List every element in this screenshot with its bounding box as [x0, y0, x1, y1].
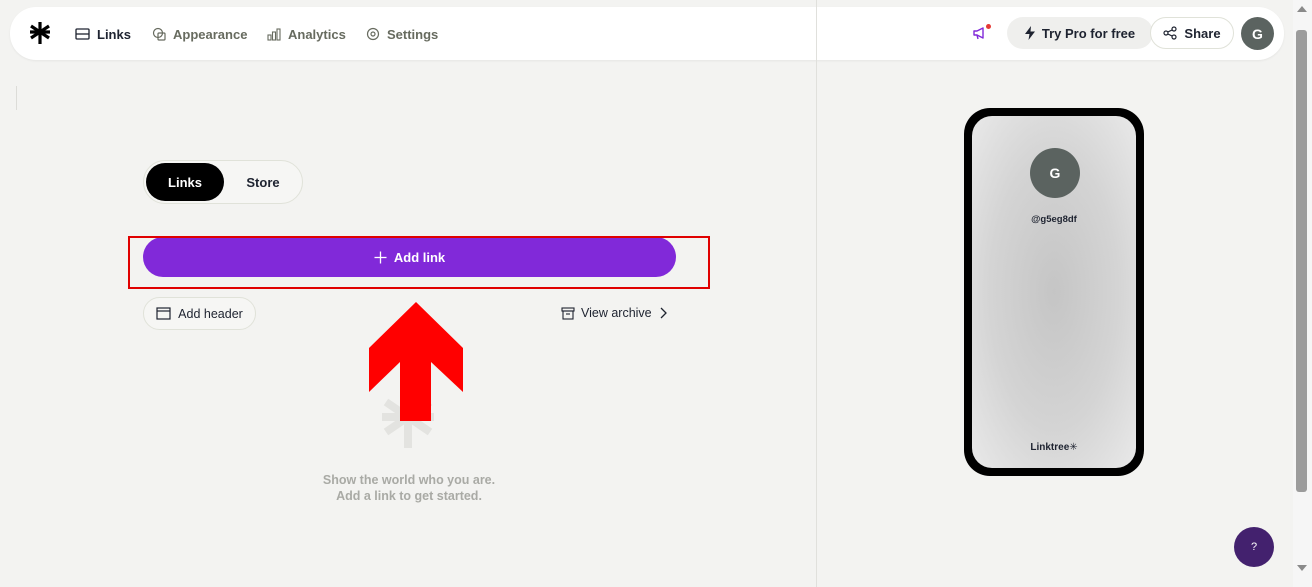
view-archive-label: View archive: [581, 306, 652, 320]
header-icon: [156, 307, 171, 320]
tab-links[interactable]: Links: [146, 163, 224, 201]
panel-divider: [816, 0, 817, 587]
share-label: Share: [1184, 25, 1221, 41]
nav-links[interactable]: Links: [75, 24, 131, 44]
archive-icon: [561, 306, 575, 320]
nav-analytics[interactable]: Analytics: [267, 24, 346, 44]
view-archive-link[interactable]: View archive: [561, 303, 667, 323]
add-header-label: Add header: [178, 306, 243, 321]
lightning-icon: [1024, 26, 1035, 40]
nav-settings[interactable]: Settings: [366, 24, 438, 44]
nav-analytics-label: Analytics: [288, 26, 346, 42]
phone-preview: G @g5eg8df Linktree✳: [964, 108, 1144, 476]
appearance-icon: [152, 27, 166, 41]
share-icon: [1163, 26, 1178, 40]
red-arrow-icon: [369, 302, 463, 421]
user-avatar[interactable]: G: [1241, 17, 1274, 50]
links-icon: [75, 28, 90, 40]
try-pro-label: Try Pro for free: [1041, 25, 1136, 41]
highlight-box: [128, 236, 710, 289]
notification-dot: [986, 24, 991, 29]
links-store-toggle: Links Store: [143, 160, 303, 204]
top-navigation: Links Appearance Analytics Settings Try …: [10, 7, 1284, 60]
scrollbar[interactable]: [1293, 0, 1312, 587]
tab-store[interactable]: Store: [226, 163, 300, 201]
nav-links-label: Links: [97, 26, 131, 42]
analytics-icon: [267, 27, 281, 41]
scroll-down-arrow[interactable]: [1297, 565, 1307, 571]
megaphone-icon[interactable]: [971, 24, 991, 44]
nav-appearance-label: Appearance: [173, 26, 248, 42]
empty-state-line-1: Show the world who you are.: [322, 473, 496, 487]
help-button[interactable]: ?: [1234, 527, 1274, 567]
phone-screen: G @g5eg8df Linktree✳: [972, 116, 1136, 468]
add-header-button[interactable]: Add header: [143, 297, 256, 330]
settings-icon: [366, 27, 380, 41]
empty-state-message: Show the world who you are. Add a link t…: [280, 472, 538, 504]
chevron-right-icon: [660, 307, 667, 319]
preview-brand: Linktree✳: [1030, 442, 1078, 453]
edge-marker: [16, 86, 17, 110]
empty-state-line-2: Add a link to get started.: [336, 489, 482, 503]
linktree-logo-icon[interactable]: [29, 21, 51, 45]
nav-appearance[interactable]: Appearance: [152, 24, 247, 44]
nav-settings-label: Settings: [387, 26, 439, 42]
share-button[interactable]: Share: [1150, 17, 1234, 49]
preview-avatar: G: [1030, 148, 1080, 198]
scroll-thumb[interactable]: [1296, 30, 1307, 492]
try-pro-button[interactable]: Try Pro for free: [1007, 17, 1153, 49]
scroll-up-arrow[interactable]: [1297, 6, 1307, 12]
preview-handle: @g5eg8df: [1031, 214, 1077, 225]
